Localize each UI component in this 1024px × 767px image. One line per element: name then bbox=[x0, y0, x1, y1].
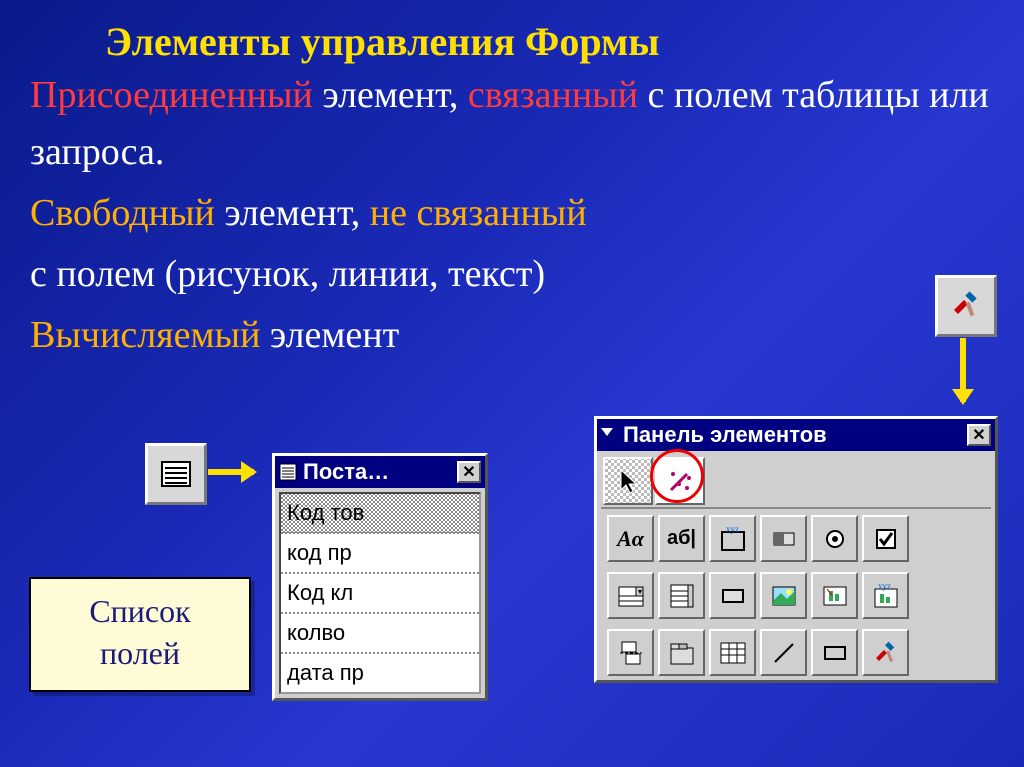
objectframe-icon bbox=[820, 581, 850, 611]
tool-listbox[interactable] bbox=[658, 572, 705, 619]
tool-optionbutton[interactable] bbox=[811, 515, 858, 562]
fieldlist-button[interactable] bbox=[145, 443, 207, 505]
term-calculated: Вычисляемый bbox=[30, 314, 260, 356]
line-icon bbox=[769, 638, 799, 668]
tool-line[interactable] bbox=[760, 629, 807, 676]
tool-wizard[interactable] bbox=[655, 457, 705, 505]
tool-rectangle[interactable] bbox=[811, 629, 858, 676]
tool-checkbox[interactable] bbox=[862, 515, 909, 562]
listbox-icon bbox=[667, 581, 697, 611]
tool-optiongroup[interactable]: xyz bbox=[709, 515, 756, 562]
wizard-icon bbox=[665, 466, 695, 496]
tool-select[interactable] bbox=[603, 457, 653, 505]
tool-combobox[interactable] bbox=[607, 572, 654, 619]
image-icon bbox=[769, 581, 799, 611]
list-item[interactable]: колво bbox=[281, 614, 479, 654]
description-block: Присоединенный элемент, связанный с поле… bbox=[0, 65, 1024, 364]
tool-image[interactable] bbox=[760, 572, 807, 619]
fieldlist-titlebar-icon bbox=[279, 463, 297, 481]
list-item[interactable]: код пр bbox=[281, 534, 479, 574]
svg-text:xyz: xyz bbox=[878, 581, 891, 591]
fieldlist-icon bbox=[160, 460, 192, 488]
radio-icon bbox=[820, 524, 850, 554]
svg-text:xyz: xyz bbox=[726, 524, 739, 534]
optiongroup-icon: xyz bbox=[718, 524, 748, 554]
button-icon bbox=[718, 581, 748, 611]
arrow-to-toolbox bbox=[960, 338, 966, 402]
tool-commandbutton[interactable] bbox=[709, 572, 756, 619]
hammer-icon bbox=[948, 288, 984, 324]
boundframe-icon: xyz bbox=[871, 581, 901, 611]
tool-boundobject[interactable]: xyz bbox=[862, 572, 909, 619]
close-icon[interactable]: ✕ bbox=[457, 461, 481, 483]
toolbox-window: Панель элементов ✕ Aα аб| xyz bbox=[594, 416, 998, 683]
term-unbound: Свободный bbox=[30, 192, 215, 234]
label-icon: Aα bbox=[617, 526, 644, 552]
cursor-icon bbox=[613, 466, 643, 496]
textbox-icon: аб| bbox=[667, 527, 696, 550]
pagebreak-icon bbox=[616, 638, 646, 668]
tool-tabcontrol[interactable] bbox=[658, 629, 705, 676]
tool-textbox[interactable]: аб| bbox=[658, 515, 705, 562]
tool-more[interactable] bbox=[862, 629, 909, 676]
fieldlist-titlebar[interactable]: Поста… ✕ bbox=[275, 456, 485, 488]
fieldlist-window: Поста… ✕ Код тов код пр Код кл колво дат… bbox=[272, 453, 488, 701]
list-item[interactable]: Код тов bbox=[281, 494, 479, 534]
toolbox-titlebar[interactable]: Панель элементов ✕ bbox=[597, 419, 995, 451]
tool-pagebreak[interactable] bbox=[607, 629, 654, 676]
rectangle-icon bbox=[820, 638, 850, 668]
tool-label[interactable]: Aα bbox=[607, 515, 654, 562]
subform-icon bbox=[718, 638, 748, 668]
tool-subform[interactable] bbox=[709, 629, 756, 676]
toggle-icon bbox=[769, 524, 799, 554]
toolbox-title: Панель элементов bbox=[623, 422, 961, 448]
design-tools-button[interactable] bbox=[935, 275, 997, 337]
page-title: Элементы управления Формы bbox=[0, 0, 1024, 65]
tool-togglebutton[interactable] bbox=[760, 515, 807, 562]
hammer-icon bbox=[871, 638, 901, 668]
term-bound: Присоединенный bbox=[30, 74, 313, 116]
combobox-icon bbox=[616, 581, 646, 611]
close-icon[interactable]: ✕ bbox=[967, 424, 991, 446]
fieldlist-title: Поста… bbox=[303, 459, 451, 485]
arrow-to-fieldlist bbox=[208, 469, 254, 475]
dropdown-icon[interactable] bbox=[601, 428, 613, 442]
tool-unboundobject[interactable] bbox=[811, 572, 858, 619]
list-item[interactable]: Код кл bbox=[281, 574, 479, 614]
tab-icon bbox=[667, 638, 697, 668]
fieldlist-caption: Список полей bbox=[29, 577, 251, 692]
list-item[interactable]: дата пр bbox=[281, 654, 479, 692]
checkbox-icon bbox=[871, 524, 901, 554]
fieldlist-items[interactable]: Код тов код пр Код кл колво дата пр bbox=[279, 492, 481, 694]
